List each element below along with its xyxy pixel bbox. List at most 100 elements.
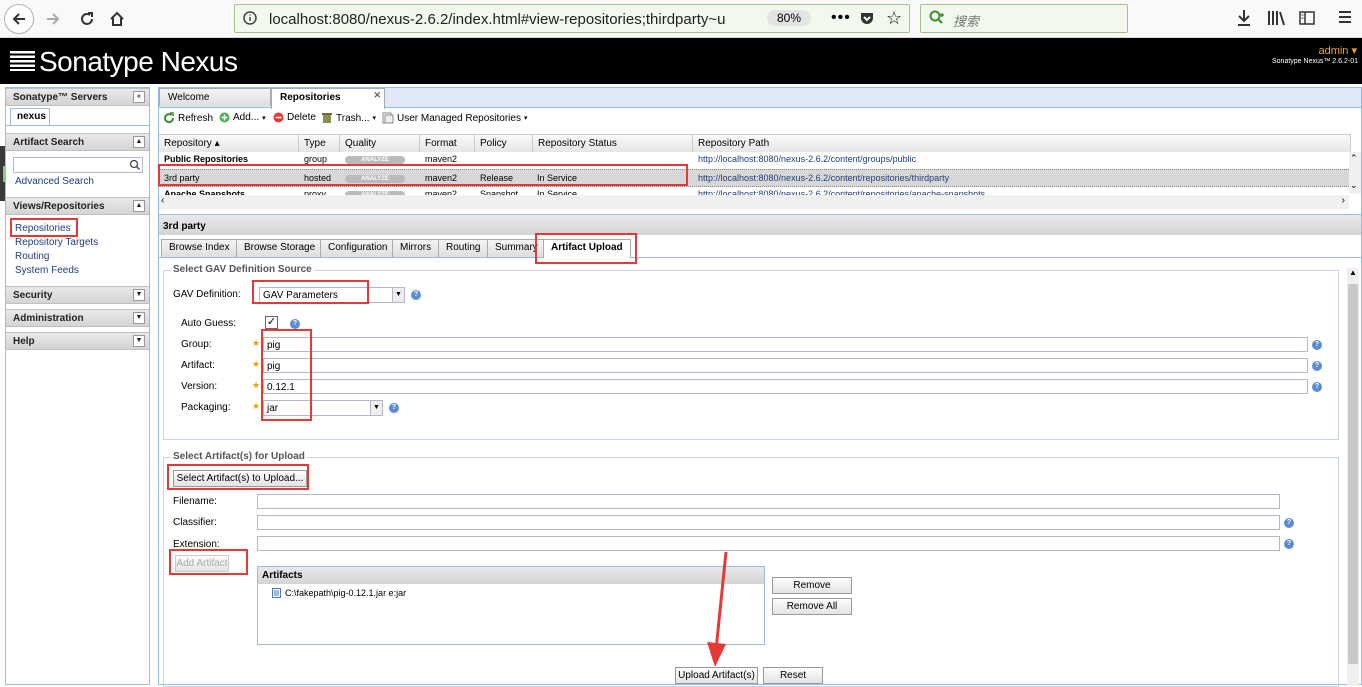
menu-icon[interactable] <box>1338 10 1352 27</box>
help-icon[interactable]: ? <box>411 290 421 300</box>
views-repositories-header[interactable]: Views/Repositories ▲ <box>6 197 149 215</box>
tab-browse-index[interactable]: Browse Index <box>161 239 238 257</box>
user-menu[interactable]: admin ▾ <box>1318 44 1357 57</box>
nav-repository-targets[interactable]: Repository Targets <box>15 237 98 248</box>
artifact-search-header[interactable]: Artifact Search ▲ <box>6 133 149 151</box>
help-header[interactable]: Help ▼ <box>6 332 149 350</box>
tab-browse-storage[interactable]: Browse Storage <box>236 239 324 257</box>
gav-definition-select[interactable]: GAV Parameters ▼ <box>259 287 405 303</box>
add-button[interactable]: Add... ▾ <box>219 112 266 123</box>
scroll-up-icon[interactable]: ⌃ <box>1350 153 1358 164</box>
home-icon[interactable] <box>102 4 132 34</box>
download-icon[interactable] <box>1236 9 1252 30</box>
nav-system-feeds[interactable]: System Feeds <box>15 265 79 276</box>
grid-vertical-scrollbar[interactable]: ⌃ ⌄ <box>1349 152 1361 194</box>
col-type[interactable]: Type <box>299 135 340 152</box>
zoom-level[interactable]: 80% <box>767 10 812 26</box>
expand-arrow-icon[interactable]: ▼ <box>133 289 145 301</box>
extension-field[interactable] <box>257 536 1280 551</box>
server-tab-nexus[interactable]: nexus <box>10 108 50 125</box>
security-header[interactable]: Security ▼ <box>6 286 149 304</box>
col-repository-status[interactable]: Repository Status <box>533 135 693 152</box>
select-artifacts-button[interactable]: Select Artifact(s) to Upload... <box>173 470 307 487</box>
help-icon[interactable]: ? <box>1312 382 1322 392</box>
help-icon[interactable]: ? <box>1284 518 1294 528</box>
more-icon[interactable]: ••• <box>831 9 851 27</box>
help-title: Help <box>13 336 35 347</box>
scroll-down-icon[interactable]: ⌄ <box>1350 180 1358 191</box>
grid-horizontal-scrollbar[interactable]: ‹ › <box>159 195 1349 209</box>
sidebar-icon[interactable] <box>1299 10 1315 29</box>
tab-artifact-upload[interactable]: Artifact Upload <box>543 239 631 258</box>
scroll-up-icon[interactable]: ▲ <box>1349 268 1357 277</box>
add-artifact-button[interactable]: Add Artifact <box>175 555 229 572</box>
help-icon[interactable]: ? <box>1312 361 1322 371</box>
url-bar[interactable]: localhost:8080/nexus-2.6.2/index.html#vi… <box>234 4 910 33</box>
scroll-right-icon[interactable]: › <box>1342 195 1345 206</box>
reload-icon[interactable] <box>72 4 102 34</box>
user-managed-repositories-button[interactable]: User Managed Repositories ▾ <box>382 112 527 124</box>
col-repository[interactable]: Repository ▴ <box>159 135 299 152</box>
trash-button[interactable]: Trash... ▾ <box>321 112 376 124</box>
scroll-left-icon[interactable]: ‹ <box>161 195 164 206</box>
classifier-field[interactable] <box>257 515 1280 530</box>
analyze-button[interactable]: ANALYZE <box>345 156 405 164</box>
col-format[interactable]: Format <box>420 135 475 152</box>
cell-path-link[interactable]: http://localhost:8080/nexus-2.6.2/conten… <box>698 154 916 164</box>
filename-field[interactable] <box>257 494 1280 509</box>
auto-guess-checkbox[interactable]: ✓ <box>265 316 278 329</box>
packaging-value: jar <box>267 403 279 414</box>
administration-header[interactable]: Administration ▼ <box>6 309 149 327</box>
pocket-icon[interactable] <box>859 10 875 29</box>
nav-repositories[interactable]: Repositories <box>15 223 71 234</box>
list-item[interactable]: C:\fakepath\pig-0.12.1.jar e:jar <box>272 588 406 598</box>
close-icon[interactable]: ✕ <box>373 90 381 101</box>
col-repository-path[interactable]: Repository Path <box>693 135 1351 152</box>
help-icon[interactable]: ? <box>1284 539 1294 549</box>
table-row-selected[interactable]: 3rd party hosted ANALYZE maven2 Release … <box>159 169 1349 187</box>
tab-mirrors[interactable]: Mirrors <box>392 239 440 257</box>
form-vertical-scrollbar[interactable]: ▲ <box>1347 268 1359 686</box>
tab-summary[interactable]: Summary <box>487 239 546 257</box>
library-icon[interactable] <box>1267 10 1285 29</box>
remove-all-button-visible[interactable]: Remove All <box>772 598 852 615</box>
reset-button[interactable]: Reset <box>763 667 823 684</box>
bookmark-star-icon[interactable]: ☆ <box>886 8 902 29</box>
collapse-arrow-icon[interactable]: ▲ <box>133 136 145 148</box>
artifact-search-input[interactable] <box>13 157 143 173</box>
forward-arrow-icon[interactable] <box>38 4 68 34</box>
nav-routing[interactable]: Routing <box>15 251 49 262</box>
remove-button-visible[interactable]: Remove <box>772 577 852 594</box>
magnifier-icon[interactable] <box>129 159 141 174</box>
help-icon[interactable]: ? <box>290 319 300 329</box>
tab-configuration[interactable]: Configuration <box>320 239 396 257</box>
refresh-button[interactable]: Refresh <box>163 112 213 124</box>
delete-button[interactable]: Delete <box>273 112 316 123</box>
advanced-search-link[interactable]: Advanced Search <box>15 176 94 187</box>
analyze-button[interactable]: ANALYZE <box>345 175 405 183</box>
cell-path-link[interactable]: http://localhost:8080/nexus-2.6.2/conten… <box>698 173 949 183</box>
col-quality[interactable]: Quality <box>340 135 420 152</box>
version-field[interactable]: 0.12.1 <box>263 379 1308 394</box>
group-field[interactable]: pig <box>263 337 1308 352</box>
help-icon[interactable]: ? <box>389 403 399 413</box>
collapse-icon[interactable]: « <box>133 91 145 103</box>
expand-arrow-icon[interactable]: ▼ <box>133 312 145 324</box>
back-arrow-icon[interactable] <box>4 4 34 34</box>
col-policy[interactable]: Policy <box>475 135 533 152</box>
cell-repository: Public Repositories <box>164 154 249 164</box>
search-bar[interactable]: 搜索 <box>920 4 1128 33</box>
table-row[interactable]: Public Repositories group ANALYZE maven2… <box>159 152 1349 169</box>
upload-artifacts-button[interactable]: Upload Artifact(s) <box>675 667 758 684</box>
collapse-arrow-icon[interactable]: ▲ <box>133 200 145 212</box>
tab-welcome[interactable]: Welcome <box>159 88 271 106</box>
tab-routing[interactable]: Routing <box>438 239 489 257</box>
scroll-thumb[interactable] <box>1348 284 1358 664</box>
help-icon[interactable]: ? <box>1312 340 1322 350</box>
dropdown-arrow-icon[interactable]: ▼ <box>370 401 382 415</box>
tab-repositories[interactable]: Repositories ✕ <box>271 88 385 109</box>
expand-arrow-icon[interactable]: ▼ <box>133 335 145 347</box>
artifact-field[interactable]: pig <box>263 358 1308 373</box>
packaging-select[interactable]: jar ▼ <box>263 400 383 416</box>
dropdown-arrow-icon[interactable]: ▼ <box>392 288 404 302</box>
